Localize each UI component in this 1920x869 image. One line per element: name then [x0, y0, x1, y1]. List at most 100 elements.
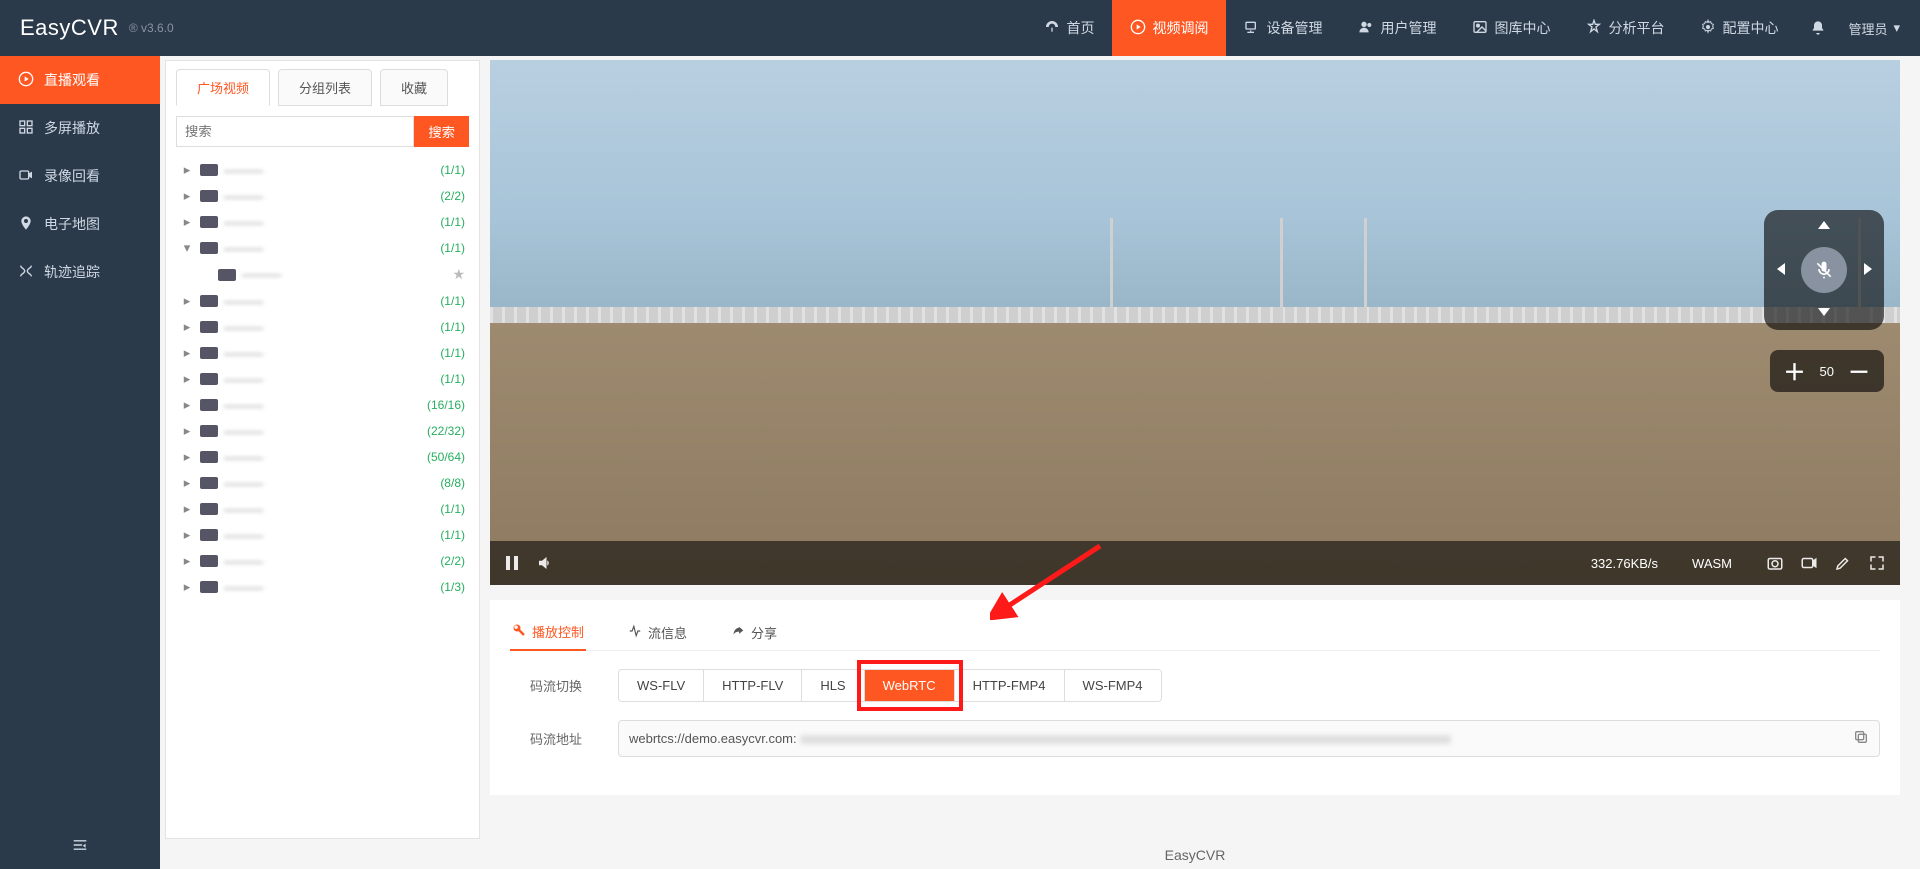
stream-opt-http-fmp4[interactable]: HTTP-FMP4 [955, 670, 1065, 701]
topnav-item-3[interactable]: 用户管理 [1340, 0, 1454, 56]
tree-node-label: ——— [224, 189, 440, 204]
annotate-button[interactable] [1834, 554, 1852, 572]
tree-caret-icon[interactable] [180, 553, 194, 569]
tree-node[interactable]: ———(2/2) [176, 183, 469, 209]
tree-node[interactable]: ———(1/1) [176, 157, 469, 183]
fullscreen-button[interactable] [1868, 554, 1886, 572]
search-button[interactable]: 搜索 [414, 116, 469, 147]
tree-caret-icon[interactable] [180, 579, 194, 595]
stream-tab-2[interactable]: 分享 [729, 614, 779, 650]
tree-caret-icon[interactable] [180, 293, 194, 309]
stream-opt-hls[interactable]: HLS [802, 670, 864, 701]
tree-node-count: (1/1) [440, 528, 465, 542]
video-frame-bridge [490, 307, 1900, 323]
topnav-item-5[interactable]: 分析平台 [1568, 0, 1682, 56]
topnav-item-4[interactable]: 图库中心 [1454, 0, 1568, 56]
tree-node[interactable]: ———(1/1) [176, 314, 469, 340]
device-icon [200, 529, 218, 541]
tree-caret-icon[interactable] [180, 345, 194, 361]
tree-node[interactable]: ———(1/1) [176, 340, 469, 366]
zoom-value: 50 [1820, 364, 1834, 379]
tree-node-count: (1/1) [440, 294, 465, 308]
ptz-left-button[interactable] [1773, 259, 1793, 282]
tree-caret-icon[interactable] [180, 240, 194, 256]
tree-caret-icon[interactable] [180, 501, 194, 517]
ptz-mic-button[interactable] [1801, 247, 1847, 293]
record-button[interactable] [1800, 554, 1818, 572]
favorite-star-icon[interactable]: ★ [452, 266, 465, 283]
tree-node[interactable]: ———(22/32) [176, 418, 469, 444]
stream-panel: 播放控制流信息分享 码流切换 WS-FLVHTTP-FLVHLSWebRTCHT… [490, 600, 1900, 795]
volume-button[interactable] [536, 554, 554, 572]
user-menu[interactable]: 管理员 ▾ [1848, 19, 1900, 38]
tree-node[interactable]: ———★ [176, 261, 469, 288]
topnav-item-6[interactable]: 配置中心 [1682, 0, 1796, 56]
pause-button[interactable] [504, 555, 520, 571]
leftnav-item-0[interactable]: 直播观看 [0, 56, 160, 104]
tree-tab-1[interactable]: 分组列表 [278, 69, 372, 106]
tree-caret-icon[interactable] [180, 423, 194, 439]
stream-opt-http-flv[interactable]: HTTP-FLV [704, 670, 802, 701]
stream-tab-0[interactable]: 播放控制 [510, 614, 586, 651]
device-icon [218, 269, 236, 281]
tree-caret-icon[interactable] [180, 188, 194, 204]
ptz-up-button[interactable] [1814, 217, 1834, 240]
ptz-right-button[interactable] [1856, 259, 1876, 282]
tree-node-count: (1/1) [440, 215, 465, 229]
device-icon [200, 295, 218, 307]
zoom-out-button[interactable]: － [1848, 355, 1870, 387]
notifications-icon[interactable] [1810, 20, 1826, 36]
footer-text: EasyCVR [490, 847, 1900, 863]
leftnav-item-1[interactable]: 多屏播放 [0, 104, 160, 152]
tree-node-label: ——— [224, 163, 440, 178]
tree-tab-2[interactable]: 收藏 [380, 69, 448, 106]
tree-caret-icon[interactable] [180, 371, 194, 387]
tree-caret-icon[interactable] [180, 475, 194, 491]
analytics-icon [1586, 19, 1602, 38]
topnav-item-0[interactable]: 首页 [1026, 0, 1112, 56]
tree-node[interactable]: ———(2/2) [176, 548, 469, 574]
tree-node[interactable]: ———(8/8) [176, 470, 469, 496]
ptz-down-button[interactable] [1814, 300, 1834, 323]
device-icon [200, 216, 218, 228]
leftnav-label: 电子地图 [44, 214, 100, 234]
topnav-item-2[interactable]: 设备管理 [1226, 0, 1340, 56]
topnav-item-1[interactable]: 视频调阅 [1112, 0, 1226, 56]
video-player[interactable]: ＋ 50 － 332.76KB/s WASM [490, 60, 1900, 585]
tree-node-label: ——— [224, 554, 440, 569]
tree-node[interactable]: ———(1/1) [176, 366, 469, 392]
tree-node[interactable]: ———(1/1) [176, 235, 469, 261]
tree-node[interactable]: ———(1/3) [176, 574, 469, 600]
snapshot-button[interactable] [1766, 554, 1784, 572]
device-tree-list[interactable]: ———(1/1)———(2/2)———(1/1)———(1/1)———★———(… [166, 157, 479, 838]
leftnav-item-4[interactable]: 轨迹追踪 [0, 248, 160, 296]
leftnav-item-2[interactable]: 录像回看 [0, 152, 160, 200]
tree-caret-icon[interactable] [180, 397, 194, 413]
tree-tab-0[interactable]: 广场视频 [176, 69, 270, 106]
tree-node[interactable]: ———(1/1) [176, 209, 469, 235]
tree-caret-icon[interactable] [180, 527, 194, 543]
collapse-sidebar-button[interactable] [0, 824, 160, 869]
tree-caret-icon[interactable] [180, 449, 194, 465]
search-input[interactable] [176, 116, 414, 147]
tree-node[interactable]: ———(16/16) [176, 392, 469, 418]
activity-icon [628, 624, 642, 641]
share-icon [731, 624, 745, 641]
tree-node[interactable]: ———(1/1) [176, 496, 469, 522]
tree-caret-icon[interactable] [180, 162, 194, 178]
stream-opt-webrtc[interactable]: WebRTC [865, 670, 955, 701]
stream-opt-ws-flv[interactable]: WS-FLV [619, 670, 704, 701]
leftnav-label: 直播观看 [44, 70, 100, 90]
tree-node-count: (1/1) [440, 163, 465, 177]
tree-caret-icon[interactable] [180, 319, 194, 335]
copy-url-button[interactable] [1853, 729, 1869, 748]
tree-node[interactable]: ———(1/1) [176, 288, 469, 314]
tree-node[interactable]: ———(50/64) [176, 444, 469, 470]
stream-opt-ws-fmp4[interactable]: WS-FMP4 [1065, 670, 1161, 701]
tree-caret-icon[interactable] [180, 214, 194, 230]
stream-url-box: webrtcs://demo.easycvr.com: xxxxxxxxxxxx… [618, 720, 1880, 757]
leftnav-item-3[interactable]: 电子地图 [0, 200, 160, 248]
tree-node[interactable]: ———(1/1) [176, 522, 469, 548]
stream-tab-1[interactable]: 流信息 [626, 614, 689, 650]
zoom-in-button[interactable]: ＋ [1784, 355, 1806, 387]
